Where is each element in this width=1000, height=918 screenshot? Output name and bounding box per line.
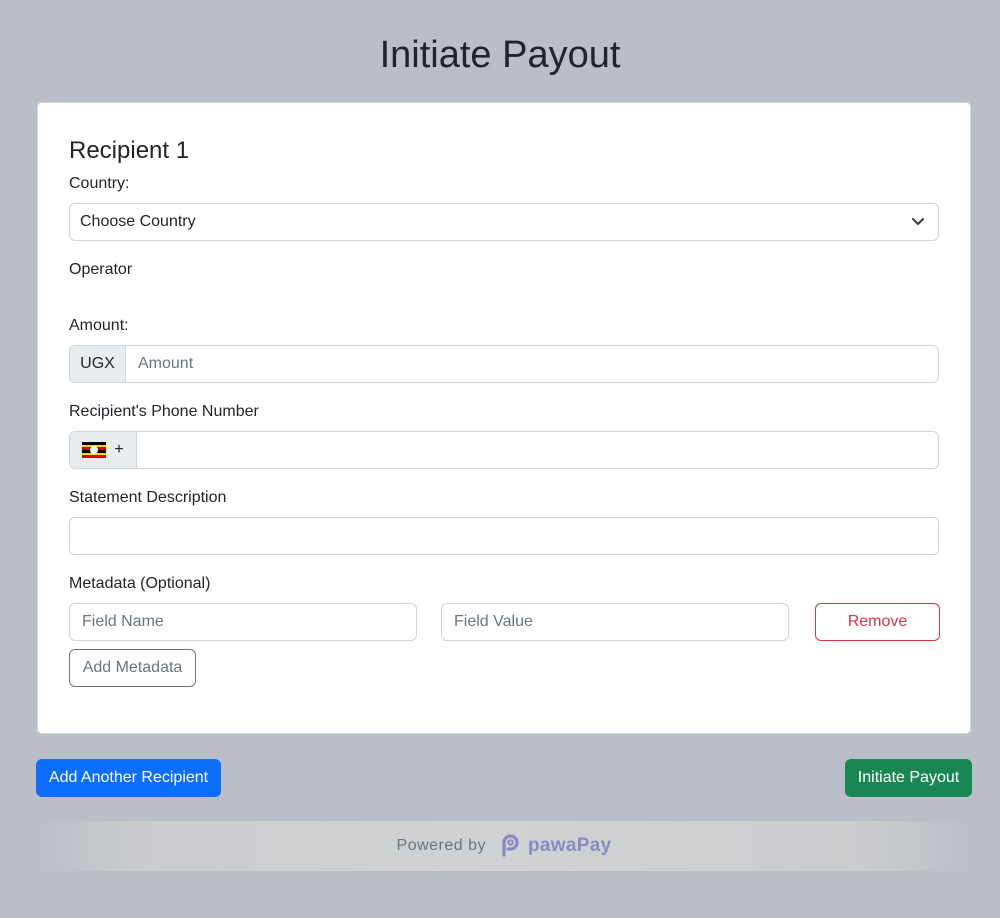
description-input[interactable]: [69, 517, 939, 555]
country-select-value: Choose Country: [80, 213, 196, 230]
remove-metadata-button[interactable]: Remove: [815, 603, 940, 641]
add-metadata-button[interactable]: Add Metadata: [69, 649, 196, 687]
footer: Powered by pawaPay: [37, 821, 971, 871]
chevron-down-icon: [898, 217, 938, 227]
recipient-card: Recipient 1 Country: Choose Country Oper…: [37, 102, 971, 734]
pawapay-logo-icon: [502, 834, 519, 857]
description-label: Statement Description: [69, 489, 227, 506]
amount-input-group: UGX Amount: [69, 345, 939, 383]
amount-label: Amount:: [69, 317, 129, 334]
uganda-flag-icon: [82, 442, 107, 459]
country-code-button[interactable]: +: [70, 432, 137, 468]
powered-by-text: Powered by: [396, 837, 487, 854]
currency-addon: UGX: [70, 346, 126, 382]
field-value-placeholder: Field Value: [454, 613, 533, 630]
phone-prefix: +: [114, 441, 124, 458]
amount-input[interactable]: Amount: [126, 355, 193, 373]
brand: pawaPay: [498, 834, 611, 858]
phone-input-group: +: [69, 431, 939, 469]
initiate-payout-button[interactable]: Initiate Payout: [845, 759, 972, 797]
operator-label: Operator: [69, 261, 133, 278]
field-value-input[interactable]: Field Value: [441, 603, 789, 641]
metadata-label: Metadata (Optional): [69, 575, 211, 592]
page-title: Initiate Payout: [379, 34, 621, 76]
brand-name: pawaPay: [528, 835, 612, 856]
country-label: Country:: [69, 175, 130, 192]
country-select[interactable]: Choose Country: [69, 203, 939, 241]
add-recipient-button[interactable]: Add Another Recipient: [36, 759, 221, 797]
field-name-placeholder: Field Name: [82, 613, 164, 630]
phone-label: Recipient's Phone Number: [69, 403, 259, 420]
field-name-input[interactable]: Field Name: [69, 603, 417, 641]
recipient-heading: Recipient 1: [69, 137, 190, 164]
